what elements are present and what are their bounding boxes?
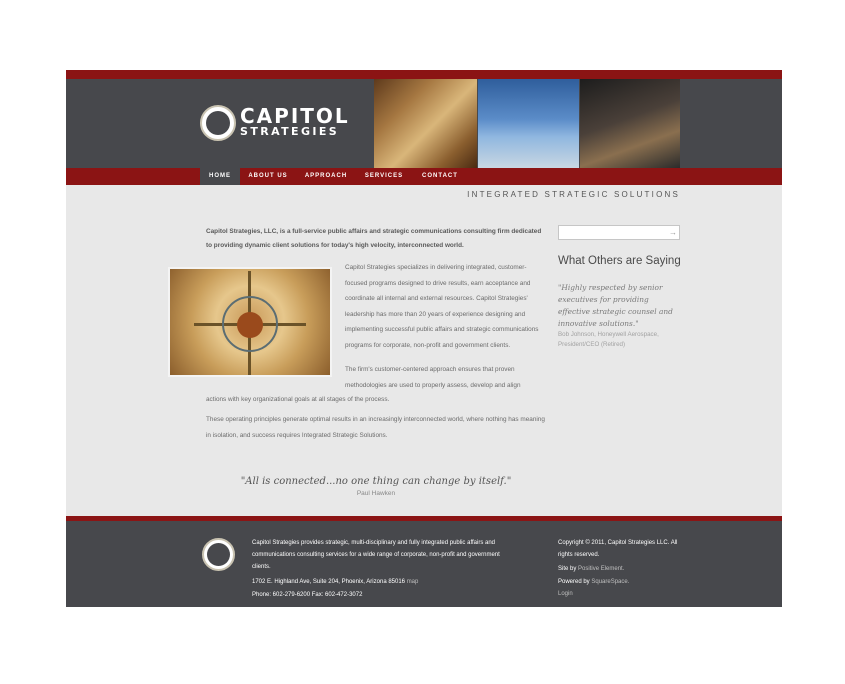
squarespace-link[interactable]: SquareSpace. (591, 579, 629, 585)
nav-item-services[interactable]: SERVICES (362, 168, 406, 185)
footer-credits: Site by Positive Element. Powered by Squ… (558, 563, 682, 601)
brand-name-line1: CAPITOL (240, 104, 350, 128)
testimonial-author: Bob Johnson, Honeywell Aerospace, Presid… (558, 331, 659, 348)
body-paragraph-2: The firm's customer-centered approach en… (345, 366, 521, 389)
search-submit-icon[interactable]: → (667, 226, 679, 239)
site-by-label: Site by (558, 566, 577, 572)
site-footer: Capitol Strategies provides strategic, m… (66, 521, 782, 607)
website-frame: CAPITOL STRATEGIES HOME ABOUT US APPROAC… (66, 70, 782, 607)
footer-phone: Phone: 602-279-6200 Fax: 602-472-3072 (252, 591, 363, 598)
brand-logo[interactable]: CAPITOL STRATEGIES (200, 105, 350, 145)
body-paragraph-1: Capitol Strategies specializes in delive… (345, 264, 539, 349)
main-nav: HOME ABOUT US APPROACH SERVICES CONTACT (66, 168, 782, 185)
nav-item-home[interactable]: HOME (200, 168, 240, 185)
footer-copyright: Copyright © 2011, Capitol Strategies LLC… (558, 540, 678, 558)
powered-by-label: Powered by (558, 578, 590, 585)
intro-text: Capitol Strategies, LLC, is a full-servi… (206, 228, 542, 249)
compass-image (168, 267, 332, 377)
search-input[interactable]: → (558, 225, 680, 240)
body-paragraph-3: These operating principles generate opti… (206, 416, 545, 439)
footer-about: Capitol Strategies provides strategic, m… (252, 540, 500, 570)
positive-element-link[interactable]: Positive Element. (578, 566, 624, 572)
sidebar-title: What Others are Saying (558, 255, 681, 267)
featured-quote-author: Paul Hawken (356, 490, 396, 497)
footer-seal-icon (202, 538, 235, 571)
testimonial-quote: "Highly respected by senior executives f… (558, 283, 673, 328)
nav-item-contact[interactable]: CONTACT (416, 168, 464, 185)
body-paragraph-2-tail: actions with key organizational goals at… (206, 396, 390, 403)
document-photo (374, 79, 477, 168)
capitol-photo (478, 79, 579, 168)
nav-item-about-us[interactable]: ABOUT US (246, 168, 290, 185)
login-link[interactable]: Login (558, 591, 573, 597)
map-link[interactable]: map (407, 579, 419, 585)
tagline: INTEGRATED STRATEGIC SOLUTIONS (467, 190, 680, 199)
footer-address: 1702 E. Highland Ave, Suite 204, Phoenix… (252, 579, 406, 585)
site-header: CAPITOL STRATEGIES (66, 79, 782, 168)
footer-contact: 1702 E. Highland Ave, Suite 204, Phoenix… (252, 576, 514, 601)
top-red-rule (66, 70, 782, 79)
brand-name-line2: STRATEGIES (240, 125, 340, 138)
microphones-photo (580, 79, 680, 168)
featured-quote: "All is connected...no one thing can cha… (240, 476, 512, 487)
nav-item-approach[interactable]: APPROACH (302, 168, 350, 185)
capitol-seal-icon (200, 105, 236, 141)
